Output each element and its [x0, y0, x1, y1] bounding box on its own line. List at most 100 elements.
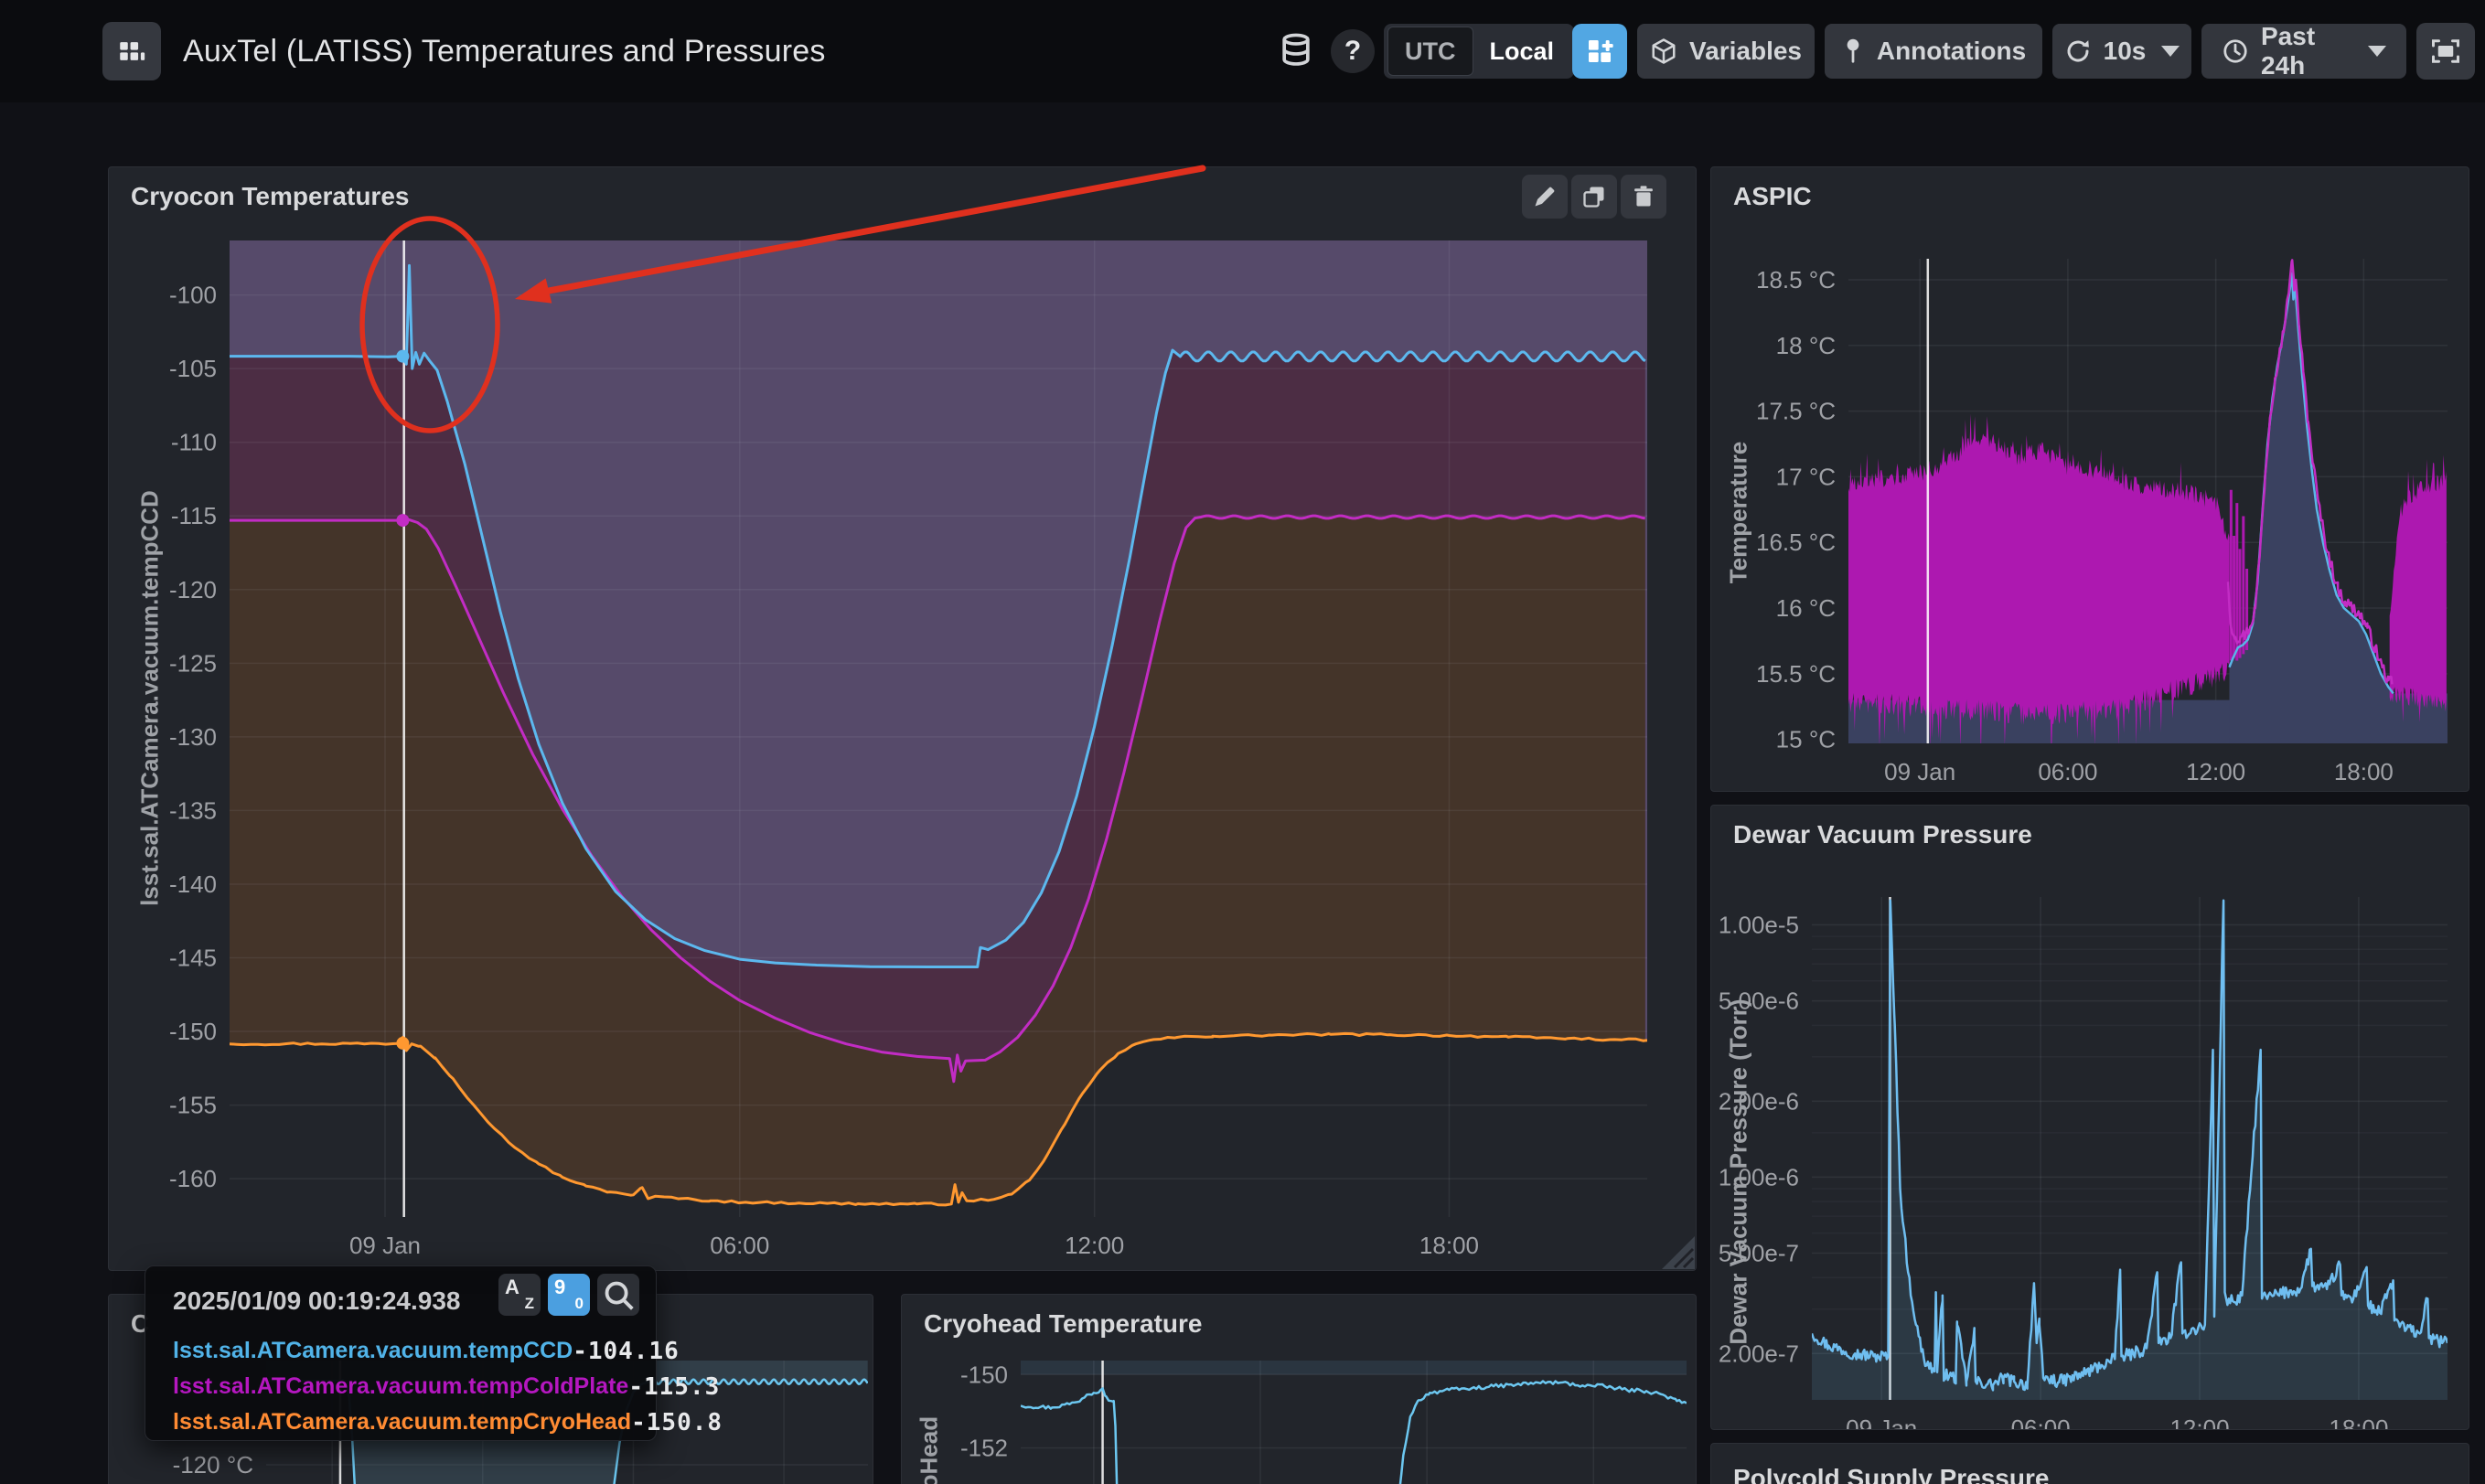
tooltip-row-tempcryohead: lsst.sal.ATCamera.vacuum.tempCryoHead -1… — [173, 1409, 628, 1436]
refresh-icon — [2064, 37, 2092, 65]
annotation-pin-icon — [1841, 37, 1865, 65]
sort-num-0: 0 — [575, 1295, 584, 1313]
svg-text:-150: -150 — [169, 1018, 217, 1045]
svg-text:-120 °C: -120 °C — [173, 1451, 253, 1479]
datasource-icon[interactable] — [1276, 31, 1316, 71]
svg-text:18:00: 18:00 — [1419, 1232, 1479, 1259]
panel-dewar-vacuum-pressure: Dewar Vacuum Pressure Dewar Vacuum Press… — [1710, 805, 2469, 1430]
grafana-dashboard: { "nav": { "title": "AuxTel (LATISS) Tem… — [0, 0, 2485, 1484]
timezone-local-option[interactable]: Local — [1473, 27, 1571, 75]
svg-text:-115: -115 — [171, 502, 217, 529]
add-panel-button[interactable] — [1572, 24, 1627, 79]
svg-text:16 °C: 16 °C — [1776, 594, 1836, 622]
tooltip-series-value: -150.8 — [631, 1409, 723, 1436]
svg-text:15.5 °C: 15.5 °C — [1756, 660, 1836, 688]
svg-text:-125: -125 — [169, 649, 217, 677]
panel-title-aspic[interactable]: ASPIC — [1733, 182, 1812, 211]
help-question-glyph: ? — [1344, 36, 1361, 67]
tooltip-timestamp: 2025/01/09 00:19:24.938 — [173, 1286, 461, 1316]
page-title: AuxTel (LATISS) Temperatures and Pressur… — [183, 0, 826, 102]
panel-resize-handle[interactable] — [1662, 1236, 1695, 1269]
panel-cryocon-temperatures: Cryocon Temperatures lsst.sal.ATCamera.v… — [108, 166, 1697, 1271]
kiosk-mode-button[interactable] — [2416, 23, 2475, 80]
svg-text:16.5 °C: 16.5 °C — [1756, 528, 1836, 556]
panel-title-cryohead[interactable]: Cryohead Temperature — [924, 1309, 1202, 1339]
svg-text:12:00: 12:00 — [2186, 758, 2245, 785]
cube-icon — [1650, 37, 1677, 65]
svg-text:09 Jan: 09 Jan — [1846, 1415, 1917, 1430]
tooltip-sort-numeric-button[interactable]: 9 0 — [548, 1274, 590, 1316]
trash-icon — [1631, 184, 1656, 209]
kiosk-icon — [2429, 35, 2462, 68]
panel-cryohead-temperature: Cryohead Temperature lsst.sal.ATCamera.v… — [901, 1294, 1697, 1484]
svg-text:17 °C: 17 °C — [1776, 463, 1836, 490]
tooltip-series-value: -104.16 — [573, 1338, 680, 1365]
svg-text:09 Jan: 09 Jan — [349, 1232, 421, 1259]
svg-text:12:00: 12:00 — [1065, 1232, 1124, 1259]
tooltip-series-label: lsst.sal.ATCamera.vacuum.tempColdPlate — [173, 1373, 628, 1401]
svg-text:1.00e-5: 1.00e-5 — [1719, 912, 1799, 939]
svg-text:-140: -140 — [169, 870, 217, 898]
annotations-label: Annotations — [1877, 37, 2026, 66]
svg-text:15 °C: 15 °C — [1776, 726, 1836, 753]
svg-text:12:00: 12:00 — [2169, 1415, 2229, 1430]
svg-text:-105: -105 — [169, 355, 217, 382]
svg-text:17.5 °C: 17.5 °C — [1756, 398, 1836, 425]
sort-alpha-z: Z — [525, 1295, 534, 1313]
tooltip-sort-alpha-button[interactable]: A Z — [498, 1274, 541, 1316]
aspic-chart[interactable]: 15 °C 15.5 °C 16 °C 16.5 °C 17 °C 17.5 °C 18 °… — [1711, 167, 2469, 792]
time-range-caret-icon — [2368, 46, 2386, 57]
refresh-caret-icon — [2161, 46, 2180, 57]
svg-text:-100: -100 — [169, 282, 217, 309]
panel-aspic: ASPIC Temperature 15 °C 15.5 °C 16 °C 16.5 … — [1710, 166, 2469, 792]
svg-text:-160: -160 — [169, 1165, 217, 1192]
panel-edit-button[interactable] — [1522, 175, 1568, 219]
variables-label: Variables — [1689, 37, 1802, 66]
top-navbar: AuxTel (LATISS) Temperatures and Pressur… — [0, 0, 2485, 102]
timezone-utc-option[interactable]: UTC — [1387, 27, 1473, 76]
chart-tooltip: 2025/01/09 00:19:24.938 A Z 9 0 lsst.sal… — [145, 1265, 657, 1441]
time-range-button[interactable]: Past 24h — [2201, 24, 2406, 79]
svg-text:-120: -120 — [169, 576, 217, 603]
annotations-button[interactable]: Annotations — [1825, 24, 2042, 79]
svg-text:06:00: 06:00 — [2011, 1415, 2071, 1430]
svg-text:18:00: 18:00 — [2329, 1415, 2388, 1430]
panel-title-cryocon[interactable]: Cryocon Temperatures — [131, 182, 409, 211]
svg-text:-135: -135 — [169, 796, 217, 824]
svg-text:18.5 °C: 18.5 °C — [1756, 266, 1836, 294]
svg-text:18 °C: 18 °C — [1776, 332, 1836, 359]
cryocon-y-axis-label: lsst.sal.ATCamera.vacuum.tempCCD — [136, 443, 165, 955]
tooltip-series-value: -115.3 — [628, 1373, 720, 1401]
sort-alpha-a: A — [505, 1276, 519, 1299]
dewar-y-axis-label: Dewar Vacuum Pressure (Torr) — [1725, 998, 1753, 1346]
svg-text:18:00: 18:00 — [2334, 758, 2394, 785]
dashboard-grid-icon-button[interactable] — [102, 22, 161, 80]
panel-copy-button[interactable] — [1571, 175, 1617, 219]
timezone-toggle[interactable]: UTC Local — [1384, 24, 1574, 79]
cryohead-y-axis-label: lsst.sal.ATCamera.vacuum.tempCryoHead — [916, 1399, 944, 1484]
search-icon — [597, 1274, 639, 1316]
sort-num-9: 9 — [554, 1276, 565, 1299]
svg-text:-150: -150 — [960, 1361, 1008, 1388]
panel-delete-button[interactable] — [1621, 175, 1666, 219]
pencil-icon — [1532, 184, 1558, 209]
tooltip-search-button[interactable] — [597, 1274, 639, 1316]
panel-title-dewar[interactable]: Dewar Vacuum Pressure — [1733, 820, 2032, 849]
svg-text:-130: -130 — [169, 723, 217, 751]
help-button[interactable]: ? — [1331, 29, 1375, 73]
cryocon-chart[interactable]: -100 -105 -110 -115 -120 -125 -130 -135 -140 -145… — [109, 167, 1697, 1271]
add-panel-icon — [1585, 37, 1614, 66]
refresh-interval-button[interactable]: 10s — [2052, 24, 2191, 79]
tooltip-series-label: lsst.sal.ATCamera.vacuum.tempCryoHead — [173, 1409, 631, 1436]
svg-text:09 Jan: 09 Jan — [1884, 758, 1955, 785]
refresh-interval-label: 10s — [2104, 37, 2147, 66]
aspic-y-axis-label: Temperature — [1725, 431, 1753, 595]
svg-text:-110: -110 — [171, 429, 217, 456]
panel-title-polycold[interactable]: Polycold Supply Pressure — [1733, 1464, 2049, 1484]
tooltip-series-label: lsst.sal.ATCamera.vacuum.tempCCD — [173, 1338, 573, 1365]
dewar-chart[interactable]: 1.00e-55.00e-62.00e-61.00e-65.00e-72.00e… — [1711, 806, 2469, 1430]
clock-icon — [2222, 37, 2249, 65]
variables-button[interactable]: Variables — [1637, 24, 1815, 79]
tooltip-row-tempccd: lsst.sal.ATCamera.vacuum.tempCCD -104.16 — [173, 1338, 628, 1365]
svg-text:-145: -145 — [169, 944, 217, 971]
